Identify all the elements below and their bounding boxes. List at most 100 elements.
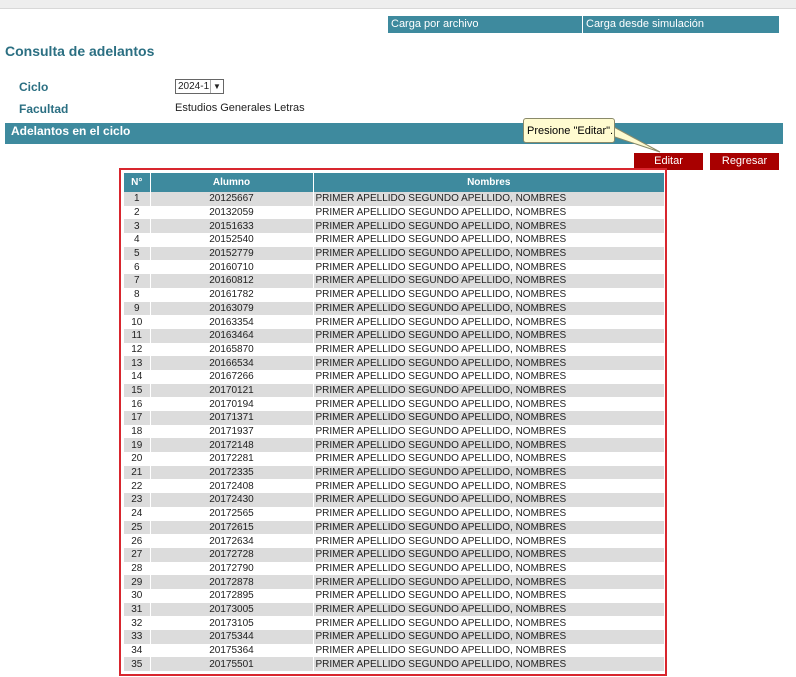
table-row[interactable]: 2 20132059 PRIMER APELLIDO SEGUNDO APELLID… [124,205,664,220]
row-alumno: 20175344 [150,630,314,644]
ciclo-select-value: 2024-1 [178,81,210,92]
section-header: Adelantos en el ciclo [5,123,783,144]
table-row[interactable]: 17 20171371 PRIMER APELLIDO SEGUNDO APELLI… [124,411,664,425]
row-alumno: 20172790 [150,561,314,576]
row-alumno: 20165870 [150,342,314,357]
row-alumno: 20163464 [150,328,314,343]
table-row[interactable]: 18 20171937 PRIMER APELLIDO SEGUNDO APELLI… [124,424,664,439]
header-nombres[interactable]: Nombres [313,173,664,192]
table-row[interactable]: 33 20175344 PRIMER APELLIDO SEGUNDO APELLI… [124,630,664,644]
page-title: Consulta de adelantos [5,43,155,59]
row-numero: 19 [124,438,151,453]
row-numero: 33 [124,630,151,644]
row-nombres: PRIMER APELLIDO SEGUNDO APELLIDO, NOMBRE… [313,465,664,480]
row-alumno: 20163079 [150,301,314,316]
row-nombres: PRIMER APELLIDO SEGUNDO APELLIDO, NOMBRE… [313,328,664,343]
table-row[interactable]: 3 20151633 PRIMER APELLIDO SEGUNDO APELLID… [124,219,664,234]
row-numero: 35 [124,657,151,672]
table-row[interactable]: 34 20175364 PRIMER APELLIDO SEGUNDO APELLI… [124,643,664,658]
row-alumno: 20172878 [150,575,314,589]
row-numero: 18 [124,424,151,439]
table-row[interactable]: 12 20165870 PRIMER APELLIDO SEGUNDO APELLI… [124,342,664,357]
adelantos-table: N° Alumno Nombres 1 20125667 PRIMER APELLI… [124,173,664,672]
row-nombres: PRIMER APELLIDO SEGUNDO APELLIDO, NOMBRE… [313,506,664,521]
row-numero: 6 [124,260,151,275]
table-row[interactable]: 35 20175501 PRIMER APELLIDO SEGUNDO APELLI… [124,657,664,672]
table-row[interactable]: 9 20163079 PRIMER APELLIDO SEGUNDO APELLID… [124,301,664,316]
table-row[interactable]: 14 20167266 PRIMER APELLIDO SEGUNDO APELLI… [124,369,664,384]
row-numero: 11 [124,328,151,343]
chevron-down-icon: ▼ [210,80,223,93]
table-row[interactable]: 4 20152540 PRIMER APELLIDO SEGUNDO APELLID… [124,233,664,247]
row-nombres: PRIMER APELLIDO SEGUNDO APELLIDO, NOMBRE… [313,479,664,494]
row-alumno: 20163354 [150,315,314,329]
row-alumno: 20173105 [150,616,314,630]
ciclo-select[interactable]: 2024-1 ▼ [175,79,224,94]
table-row[interactable]: 25 20172615 PRIMER APELLIDO SEGUNDO APELLI… [124,520,664,535]
carga-por-archivo-link[interactable]: Carga por archivo [388,16,583,33]
row-nombres: PRIMER APELLIDO SEGUNDO APELLIDO, NOMBRE… [313,205,664,220]
row-numero: 32 [124,616,151,630]
row-alumno: 20151633 [150,219,314,234]
row-alumno: 20172728 [150,547,314,562]
row-numero: 10 [124,315,151,329]
table-row[interactable]: 32 20173105 PRIMER APELLIDO SEGUNDO APELLI… [124,616,664,630]
table-row[interactable]: 27 20172728 PRIMER APELLIDO SEGUNDO APELLI… [124,547,664,562]
row-alumno: 20161782 [150,287,314,302]
table-row[interactable]: 23 20172430 PRIMER APELLIDO SEGUNDO APELLI… [124,493,664,507]
row-alumno: 20175501 [150,657,314,672]
row-numero: 1 [124,192,151,206]
tooltip-pointer [612,125,661,153]
table-row[interactable]: 19 20172148 PRIMER APELLIDO SEGUNDO APELLI… [124,438,664,453]
row-numero: 9 [124,301,151,316]
table-row[interactable]: 10 20163354 PRIMER APELLIDO SEGUNDO APELLI… [124,315,664,329]
row-numero: 12 [124,342,151,357]
table-row[interactable]: 13 20166534 PRIMER APELLIDO SEGUNDO APELLI… [124,356,664,370]
table-row[interactable]: 16 20170194 PRIMER APELLIDO SEGUNDO APELLI… [124,397,664,411]
row-alumno: 20125667 [150,192,314,206]
row-alumno: 20172148 [150,438,314,453]
row-nombres: PRIMER APELLIDO SEGUNDO APELLIDO, NOMBRE… [313,561,664,576]
table-row[interactable]: 26 20172634 PRIMER APELLIDO SEGUNDO APELLI… [124,534,664,548]
table-row[interactable]: 7 20160812 PRIMER APELLIDO SEGUNDO APELLID… [124,274,664,288]
row-alumno: 20166534 [150,356,314,370]
table-row[interactable]: 5 20152779 PRIMER APELLIDO SEGUNDO APELLID… [124,246,664,261]
table-row[interactable]: 29 20172878 PRIMER APELLIDO SEGUNDO APELLI… [124,575,664,589]
section-title: Adelantos en el ciclo [11,124,131,138]
row-alumno: 20172565 [150,506,314,521]
table-row[interactable]: 28 20172790 PRIMER APELLIDO SEGUNDO APELLI… [124,561,664,576]
regresar-button[interactable]: Regresar [710,153,779,170]
table-row[interactable]: 20 20172281 PRIMER APELLIDO SEGUNDO APELLI… [124,452,664,466]
table-row[interactable]: 8 20161782 PRIMER APELLIDO SEGUNDO APELLID… [124,287,664,302]
header-alumno[interactable]: Alumno [150,173,314,192]
table-row[interactable]: 30 20172895 PRIMER APELLIDO SEGUNDO APELLI… [124,588,664,603]
row-alumno: 20172281 [150,452,314,466]
carga-desde-simulacion-link[interactable]: Carga desde simulación [583,16,779,33]
row-alumno: 20171937 [150,424,314,439]
table-row[interactable]: 11 20163464 PRIMER APELLIDO SEGUNDO APELLI… [124,328,664,343]
row-alumno: 20173005 [150,602,314,617]
facultad-label: Facultad [19,102,69,116]
table-row[interactable]: 6 20160710 PRIMER APELLIDO SEGUNDO APELLID… [124,260,664,275]
row-numero: 22 [124,479,151,494]
row-alumno: 20152540 [150,233,314,247]
row-nombres: PRIMER APELLIDO SEGUNDO APELLIDO, NOMBRE… [313,547,664,562]
table-row[interactable]: 1 20125667 PRIMER APELLIDO SEGUNDO APELLID… [124,192,664,206]
row-numero: 23 [124,493,151,507]
row-nombres: PRIMER APELLIDO SEGUNDO APELLIDO, NOMBRE… [313,643,664,658]
row-alumno: 20160812 [150,274,314,288]
row-numero: 34 [124,643,151,658]
row-alumno: 20175364 [150,643,314,658]
row-numero: 24 [124,506,151,521]
row-numero: 26 [124,534,151,548]
table-row[interactable]: 22 20172408 PRIMER APELLIDO SEGUNDO APELLI… [124,479,664,494]
row-nombres: PRIMER APELLIDO SEGUNDO APELLIDO, NOMBRE… [313,301,664,316]
row-numero: 15 [124,383,151,398]
table-row[interactable]: 31 20173005 PRIMER APELLIDO SEGUNDO APELLI… [124,602,664,617]
table-row[interactable]: 24 20172565 PRIMER APELLIDO SEGUNDO APELLI… [124,506,664,521]
header-numero[interactable]: N° [124,173,151,192]
row-nombres: PRIMER APELLIDO SEGUNDO APELLIDO, NOMBRE… [313,342,664,357]
table-row[interactable]: 15 20170121 PRIMER APELLIDO SEGUNDO APELLI… [124,383,664,398]
row-alumno: 20172335 [150,465,314,480]
table-row[interactable]: 21 20172335 PRIMER APELLIDO SEGUNDO APELLI… [124,465,664,480]
